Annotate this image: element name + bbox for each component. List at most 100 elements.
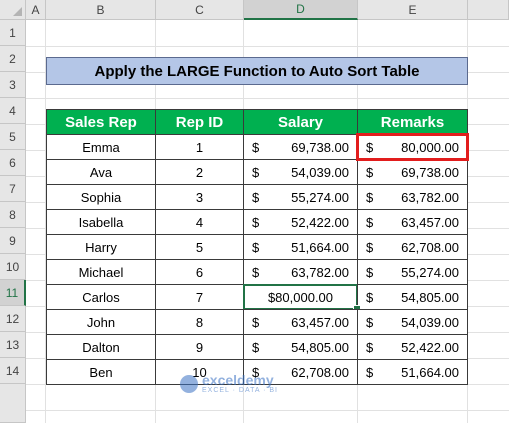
active-cell-salary[interactable]: $80,000.00: [243, 284, 358, 310]
currency-symbol: $: [366, 189, 374, 205]
sheet-title[interactable]: Apply the LARGE Function to Auto Sort Ta…: [46, 57, 468, 85]
cell-sales-rep[interactable]: Michael: [46, 259, 156, 285]
row-header-9[interactable]: 9: [0, 228, 26, 254]
currency-symbol: $: [366, 139, 374, 155]
currency-symbol: $: [366, 314, 374, 330]
column-header-f[interactable]: [468, 0, 509, 20]
header-sales-rep[interactable]: Sales Rep: [46, 109, 156, 135]
cell-salary[interactable]: $51,664.00: [243, 234, 358, 260]
cell-remarks[interactable]: $52,422.00: [357, 334, 468, 360]
row-header-1[interactable]: 1: [0, 20, 26, 46]
currency-symbol: $: [252, 139, 260, 155]
row-header-13[interactable]: 13: [0, 332, 26, 358]
salary-value: 62,708.00: [291, 364, 349, 380]
cell-sales-rep[interactable]: Isabella: [46, 209, 156, 235]
column-header-a[interactable]: A: [26, 0, 46, 20]
row-header-11[interactable]: 11: [0, 280, 26, 306]
cell-remarks[interactable]: $63,457.00: [357, 209, 468, 235]
salary-value: 63,782.00: [291, 264, 349, 280]
gridline: [26, 46, 509, 47]
select-all-icon: [13, 7, 22, 16]
column-header-e[interactable]: E: [358, 0, 468, 20]
column-header-b[interactable]: B: [46, 0, 156, 20]
select-all-corner[interactable]: [0, 0, 26, 20]
cell-remarks[interactable]: $80,000.00: [357, 134, 468, 160]
cell-rep-id[interactable]: 9: [155, 334, 244, 360]
column-header-d[interactable]: D: [244, 0, 358, 20]
currency-symbol: $: [366, 239, 374, 255]
remarks-value: 55,274.00: [401, 264, 459, 280]
cell-remarks[interactable]: $51,664.00: [357, 359, 468, 385]
column-header-c[interactable]: C: [156, 0, 244, 20]
cell-sales-rep[interactable]: Ava: [46, 159, 156, 185]
cell-remarks[interactable]: $63,782.00: [357, 184, 468, 210]
cell-rep-id[interactable]: 2: [155, 159, 244, 185]
row-header-12[interactable]: 12: [0, 306, 26, 332]
cell-salary[interactable]: $54,805.00: [243, 334, 358, 360]
row-header-2[interactable]: 2: [0, 46, 26, 72]
cell-rep-id[interactable]: 8: [155, 309, 244, 335]
row-header-7[interactable]: 7: [0, 176, 26, 202]
row-header-5[interactable]: 5: [0, 124, 26, 150]
cell-sales-rep[interactable]: Sophia: [46, 184, 156, 210]
cell-rep-id[interactable]: 4: [155, 209, 244, 235]
remarks-value: 54,805.00: [401, 289, 459, 305]
currency-symbol: $: [366, 214, 374, 230]
currency-symbol: $: [366, 339, 374, 355]
header-salary[interactable]: Salary: [243, 109, 358, 135]
cell-rep-id[interactable]: 3: [155, 184, 244, 210]
cell-rep-id[interactable]: 7: [155, 284, 244, 310]
salary-value: 69,738.00: [291, 139, 349, 155]
cell-remarks[interactable]: $62,708.00: [357, 234, 468, 260]
cell-salary[interactable]: $54,039.00: [243, 159, 358, 185]
currency-symbol: $: [252, 214, 260, 230]
salary-value: 55,274.00: [291, 189, 349, 205]
row-header-15[interactable]: [0, 384, 26, 423]
currency-symbol: $: [252, 339, 260, 355]
currency-symbol: $: [252, 314, 260, 330]
header-rep-id[interactable]: Rep ID: [155, 109, 244, 135]
salary-value: 54,805.00: [291, 339, 349, 355]
remarks-value: 63,457.00: [401, 214, 459, 230]
header-remarks[interactable]: Remarks: [357, 109, 468, 135]
remarks-value: 54,039.00: [401, 314, 459, 330]
salary-value: 52,422.00: [291, 214, 349, 230]
cell-salary[interactable]: $63,782.00: [243, 259, 358, 285]
watermark-name: exceldemy: [202, 372, 274, 388]
row-header-8[interactable]: 8: [0, 202, 26, 228]
cell-sales-rep[interactable]: Ben: [46, 359, 156, 385]
cell-sales-rep[interactable]: Carlos: [46, 284, 156, 310]
row-header-14[interactable]: 14: [0, 358, 26, 384]
cell-salary[interactable]: $69,738.00: [243, 134, 358, 160]
currency-symbol: $: [366, 164, 374, 180]
cell-remarks[interactable]: $55,274.00: [357, 259, 468, 285]
cell-rep-id[interactable]: 1: [155, 134, 244, 160]
cell-sales-rep[interactable]: Emma: [46, 134, 156, 160]
watermark-tag: EXCEL · DATA · BI: [202, 387, 278, 394]
cell-salary[interactable]: $63,457.00: [243, 309, 358, 335]
remarks-value: 62,708.00: [401, 239, 459, 255]
cell-remarks[interactable]: $69,738.00: [357, 159, 468, 185]
cell-rep-id[interactable]: 6: [155, 259, 244, 285]
cell-sales-rep[interactable]: Harry: [46, 234, 156, 260]
salary-value: 54,039.00: [291, 164, 349, 180]
cell-remarks[interactable]: $54,039.00: [357, 309, 468, 335]
currency-symbol: $: [252, 189, 260, 205]
currency-symbol: $: [366, 364, 374, 380]
cell-sales-rep[interactable]: Dalton: [46, 334, 156, 360]
gridline: [26, 98, 509, 99]
currency-symbol: $: [252, 264, 260, 280]
row-header-4[interactable]: 4: [0, 98, 26, 124]
remarks-value: 51,664.00: [401, 364, 459, 380]
row-header-6[interactable]: 6: [0, 150, 26, 176]
cell-remarks[interactable]: $54,805.00: [357, 284, 468, 310]
cell-salary[interactable]: $52,422.00: [243, 209, 358, 235]
cell-salary[interactable]: $55,274.00: [243, 184, 358, 210]
cell-rep-id[interactable]: 5: [155, 234, 244, 260]
gridline: [26, 410, 509, 411]
salary-value: 51,664.00: [291, 239, 349, 255]
currency-symbol: $: [252, 239, 260, 255]
row-header-10[interactable]: 10: [0, 254, 26, 280]
cell-sales-rep[interactable]: John: [46, 309, 156, 335]
row-header-3[interactable]: 3: [0, 72, 26, 98]
